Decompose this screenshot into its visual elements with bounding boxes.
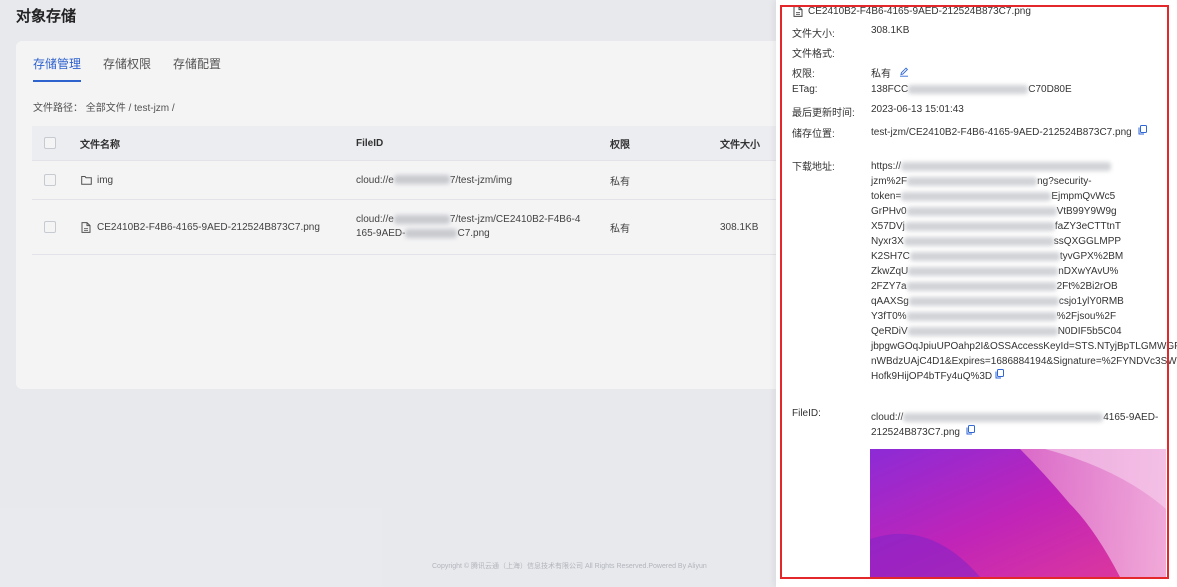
modal-overlay[interactable] [0,0,776,587]
file-detail-drawer: CE2410B2-F4B6-4165-9AED-212524B873C7.png… [776,0,1177,587]
app-background: 对象存储 存储管理 存储权限 存储配置 文件路径： 全部文件 / test-jz… [0,0,816,587]
highlight-frame [780,5,1169,579]
